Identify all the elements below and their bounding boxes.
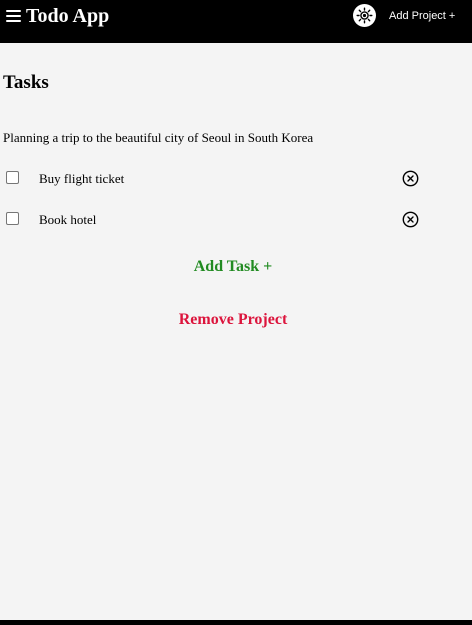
task-checkbox[interactable] — [6, 171, 19, 184]
task-checkbox[interactable] — [6, 212, 19, 225]
add-task-button[interactable]: Add Task + — [0, 256, 466, 278]
app-title: Todo App — [26, 5, 110, 27]
menu-icon-line — [6, 20, 21, 22]
sun-icon — [356, 7, 373, 24]
task-item: Buy flight ticket — [0, 167, 472, 191]
task-label: Buy flight ticket — [39, 171, 125, 186]
remove-project-button[interactable]: Remove Project — [0, 309, 466, 331]
task-item: Book hotel — [0, 208, 472, 232]
task-label: Book hotel — [39, 212, 97, 227]
delete-task-icon[interactable] — [402, 170, 419, 187]
theme-toggle-button[interactable] — [353, 4, 376, 27]
section-title: Tasks — [3, 72, 49, 93]
project-description: Planning a trip to the beautiful city of… — [3, 130, 314, 145]
add-project-button[interactable]: Add Project + — [389, 9, 455, 23]
menu-icon-line — [6, 15, 21, 17]
menu-icon-line — [6, 10, 21, 12]
delete-task-icon[interactable] — [402, 211, 419, 228]
menu-icon[interactable] — [6, 9, 21, 22]
bottom-bar — [0, 620, 472, 625]
app-header: Todo App Add Project + — [0, 0, 472, 43]
